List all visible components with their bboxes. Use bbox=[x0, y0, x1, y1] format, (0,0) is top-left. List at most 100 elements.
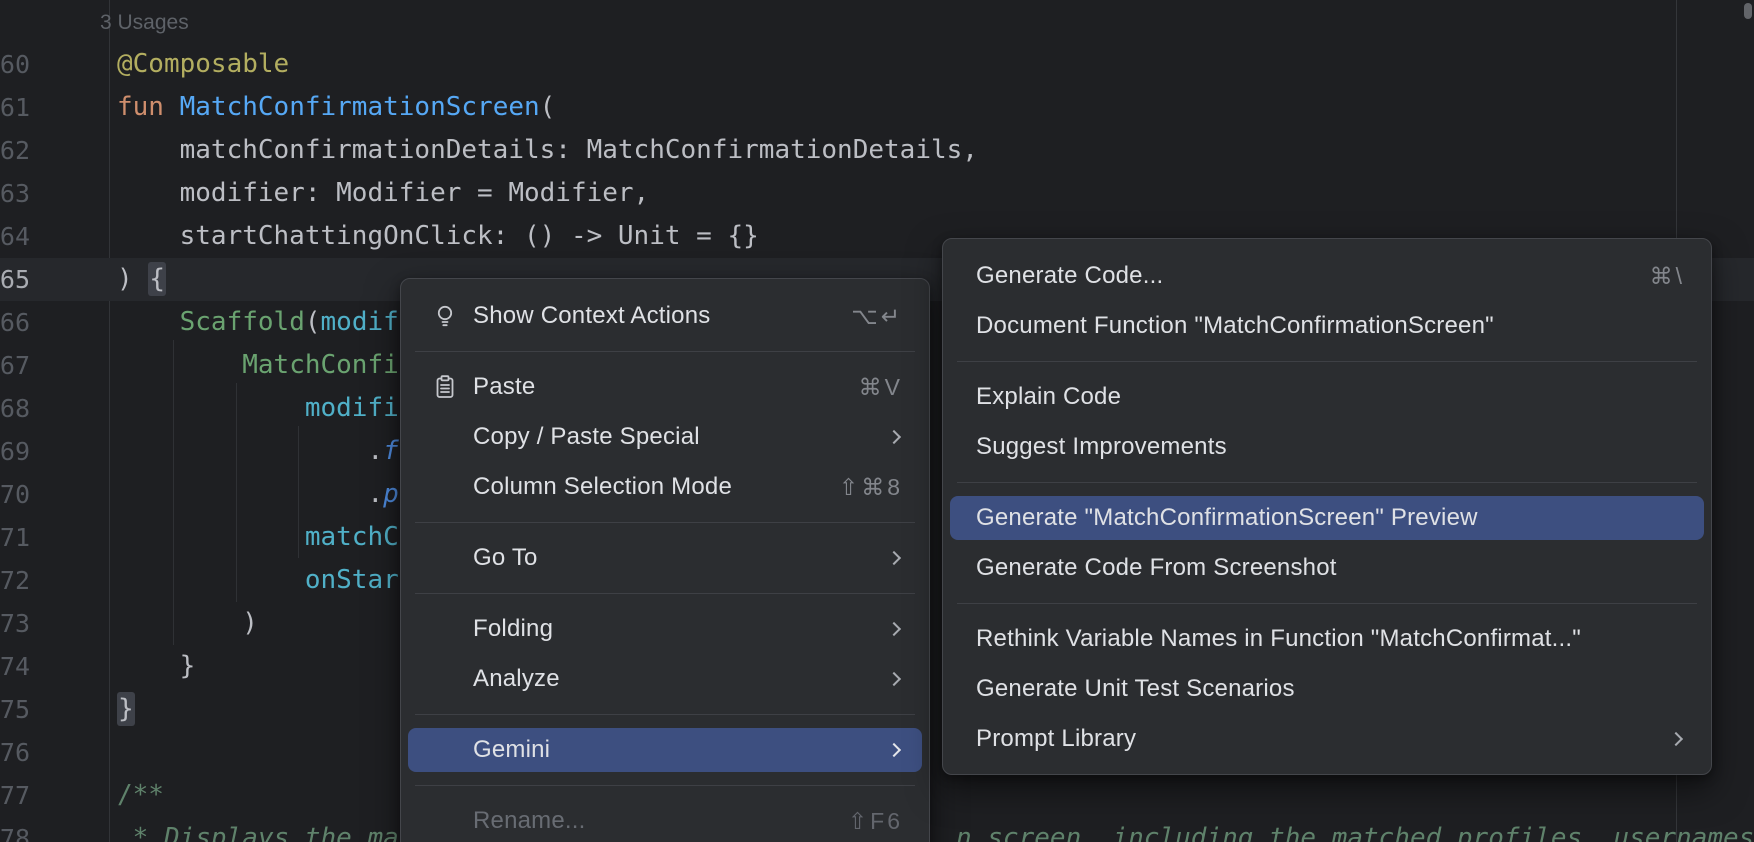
line-number: 67 bbox=[0, 344, 30, 387]
chevron-right-icon bbox=[887, 622, 901, 636]
gemini-submenu: Generate Code... ⌘\ Document Function "Mat… bbox=[942, 238, 1712, 775]
indent-guide bbox=[173, 340, 174, 645]
indent-guide bbox=[236, 383, 237, 602]
menu-item-rename[interactable]: Rename...⇧F6 bbox=[401, 796, 929, 842]
menu-separator bbox=[957, 603, 1697, 604]
menu-item-generate-code-from-screenshot[interactable]: Generate Code From Screenshot bbox=[943, 543, 1711, 593]
code-line-63: 63 modifier: Modifier = Modifier, bbox=[0, 172, 1754, 215]
menu-item-label: Generate Unit Test Scenarios bbox=[976, 675, 1295, 703]
menu-item-go-to[interactable]: Go To bbox=[401, 533, 929, 583]
code-token: MatchConfirmationScreen bbox=[180, 92, 540, 122]
code-token: /** bbox=[117, 780, 164, 810]
menu-item-shortcut: ⌘V bbox=[859, 374, 903, 401]
menu-item-folding[interactable]: Folding bbox=[401, 604, 929, 654]
menu-item-prompt-library[interactable]: Prompt Library bbox=[943, 714, 1711, 764]
menu-item-copy-paste-special[interactable]: Copy / Paste Special bbox=[401, 412, 929, 462]
menu-item-generate-unit-test-scenarios[interactable]: Generate Unit Test Scenarios bbox=[943, 664, 1711, 714]
menu-item-column-selection-mode[interactable]: Column Selection Mode ⇧⌘8 bbox=[401, 462, 929, 512]
line-number: 65 bbox=[0, 258, 30, 301]
menu-item-label: Generate Code From Screenshot bbox=[976, 554, 1337, 582]
code-token: ) bbox=[117, 608, 258, 638]
menu-item-explain-code[interactable]: Explain Code bbox=[943, 372, 1711, 422]
code-token bbox=[117, 307, 180, 337]
menu-item-shortcut: ⇧⌘8 bbox=[839, 474, 903, 501]
menu-item-label: Copy / Paste Special bbox=[473, 423, 700, 451]
code-token: f bbox=[383, 436, 399, 466]
menu-item-label: Rethink Variable Names in Function "Matc… bbox=[976, 625, 1581, 653]
menu-separator bbox=[415, 593, 915, 594]
brace-match-highlight: { bbox=[148, 262, 166, 296]
indent-guide bbox=[298, 426, 299, 558]
code-token: ) bbox=[117, 264, 148, 294]
menu-separator bbox=[415, 522, 915, 523]
menu-item-label: Go To bbox=[473, 544, 538, 572]
menu-item-label: Column Selection Mode bbox=[473, 473, 732, 501]
line-number: 68 bbox=[0, 387, 30, 430]
chevron-right-icon bbox=[887, 743, 901, 757]
code-token bbox=[117, 522, 305, 552]
menu-item-label: Document Function "MatchConfirmationScre… bbox=[976, 312, 1494, 340]
empty-icon-slot bbox=[431, 665, 459, 693]
menu-item-label: Show Context Actions bbox=[473, 302, 710, 330]
line-number: 61 bbox=[0, 86, 30, 129]
code-token: @Composable bbox=[117, 49, 289, 79]
menu-item-shortcut: ⌘\ bbox=[1650, 263, 1685, 290]
code-token: . bbox=[367, 479, 383, 509]
code-token: matchConfirmationDetails: MatchConfirmat… bbox=[117, 135, 978, 165]
empty-icon-slot bbox=[431, 807, 459, 835]
usages-hint: 3 Usages bbox=[100, 11, 189, 34]
menu-item-label: Suggest Improvements bbox=[976, 433, 1227, 461]
code-token: modifier: Modifier = Modifier, bbox=[117, 178, 649, 208]
menu-item-generate-matchconfirmationscreen-preview[interactable]: Generate "MatchConfirmationScreen" Previ… bbox=[943, 493, 1711, 543]
code-token bbox=[117, 479, 367, 509]
menu-item-suggest-improvements[interactable]: Suggest Improvements bbox=[943, 422, 1711, 472]
menu-item-gemini[interactable]: Gemini bbox=[401, 725, 929, 775]
scrollbar-thumb[interactable] bbox=[1744, 3, 1752, 19]
clipboard-icon bbox=[431, 373, 459, 401]
code-token: fun bbox=[117, 92, 180, 122]
menu-item-label: Analyze bbox=[473, 665, 560, 693]
menu-separator bbox=[415, 785, 915, 786]
line-number: 74 bbox=[0, 645, 30, 688]
chevron-right-icon bbox=[1669, 732, 1683, 746]
line-number: 77 bbox=[0, 774, 30, 817]
code-token: modifi bbox=[305, 393, 399, 423]
lightbulb-icon bbox=[431, 302, 459, 330]
code-token: * bbox=[117, 823, 164, 842]
line-number: 64 bbox=[0, 215, 30, 258]
line-number: 66 bbox=[0, 301, 30, 344]
line-number: 71 bbox=[0, 516, 30, 559]
code-token: } bbox=[117, 651, 195, 681]
brace-match-highlight: } bbox=[117, 692, 135, 726]
code-line-62: 62 matchConfirmationDetails: MatchConfir… bbox=[0, 129, 1754, 172]
menu-item-analyze[interactable]: Analyze bbox=[401, 654, 929, 704]
menu-item-label: Paste bbox=[473, 373, 535, 401]
menu-item-generate-code[interactable]: Generate Code... ⌘\ bbox=[943, 251, 1711, 301]
code-token: Displays the ma bbox=[164, 823, 399, 842]
line-number: 73 bbox=[0, 602, 30, 645]
menu-item-label: Generate Code... bbox=[976, 262, 1163, 290]
code-token: startChattingOnClick: () -> Unit = {} bbox=[117, 221, 759, 251]
menu-item-show-context-actions[interactable]: Show Context Actions⌥↵ bbox=[401, 291, 929, 341]
menu-item-rethink-variable-names-in-function-matchconfirmat[interactable]: Rethink Variable Names in Function "Matc… bbox=[943, 614, 1711, 664]
line-number: 75 bbox=[0, 688, 30, 731]
code-token: ( bbox=[540, 92, 556, 122]
code-token: ( bbox=[305, 307, 321, 337]
menu-item-label: Explain Code bbox=[976, 383, 1121, 411]
line-number: 69 bbox=[0, 430, 30, 473]
menu-item-label: Prompt Library bbox=[976, 725, 1136, 753]
code-token bbox=[117, 565, 305, 595]
chevron-right-icon bbox=[887, 430, 901, 444]
chevron-right-icon bbox=[887, 672, 901, 686]
usages-hint-line: 3 Usages bbox=[0, 0, 1754, 43]
code-token: MatchConfi bbox=[242, 350, 399, 380]
menu-item-document-function-matchconfirmationscreen[interactable]: Document Function "MatchConfirmationScre… bbox=[943, 301, 1711, 351]
code-token: onStar bbox=[305, 565, 399, 595]
menu-item-label: Gemini bbox=[473, 736, 550, 764]
line-number: 60 bbox=[0, 43, 30, 86]
empty-icon-slot bbox=[431, 473, 459, 501]
empty-icon-slot bbox=[431, 736, 459, 764]
code-line-60: 60 @Composable bbox=[0, 43, 1754, 86]
line-number: 63 bbox=[0, 172, 30, 215]
menu-item-paste[interactable]: Paste ⌘V bbox=[401, 362, 929, 412]
